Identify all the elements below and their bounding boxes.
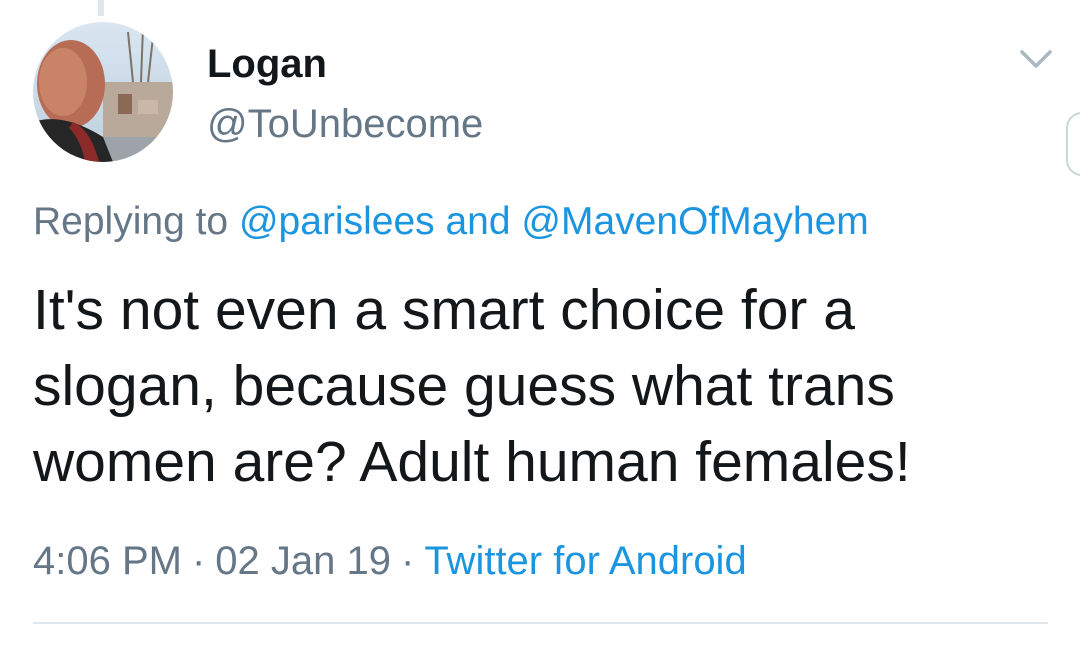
meta-separator: · <box>191 539 206 583</box>
mention-link-parislees[interactable]: @parislees <box>239 200 435 243</box>
replying-to-line: Replying to @parislees and @MavenOfMayhe… <box>33 198 869 246</box>
tweet-source-link[interactable]: Twitter for Android <box>424 539 746 583</box>
tweet-menu-button[interactable] <box>1016 44 1056 74</box>
divider <box>33 622 1048 624</box>
scroll-edge-indicator <box>1066 112 1080 176</box>
tweet-metadata: 4:06 PM · 02 Jan 19 · Twitter for Android <box>33 535 747 587</box>
mention-conjunction[interactable]: and <box>445 200 510 243</box>
tweet-body-line: women are? Adult human females! <box>33 430 911 494</box>
tweet-date[interactable]: 02 Jan 19 <box>215 539 391 583</box>
tweet-time[interactable]: 4:06 PM <box>33 539 182 583</box>
tweet-body: It's not even a smart choice for a sloga… <box>33 272 1063 500</box>
mention-link-mavenofmayhem[interactable]: @MavenOfMayhem <box>521 200 868 243</box>
avatar-photo-icon <box>33 22 173 162</box>
tweet-body-line: slogan, because guess what trans <box>33 354 895 418</box>
author-display-name[interactable]: Logan <box>207 40 327 88</box>
avatar[interactable] <box>33 22 173 162</box>
meta-separator: · <box>401 539 415 583</box>
chevron-down-icon <box>1020 50 1052 68</box>
tweet-body-line: It's not even a smart choice for a <box>33 278 855 342</box>
replying-prefix: Replying to <box>33 200 229 243</box>
thread-connector-line <box>98 0 104 16</box>
author-handle[interactable]: @ToUnbecome <box>207 100 483 148</box>
